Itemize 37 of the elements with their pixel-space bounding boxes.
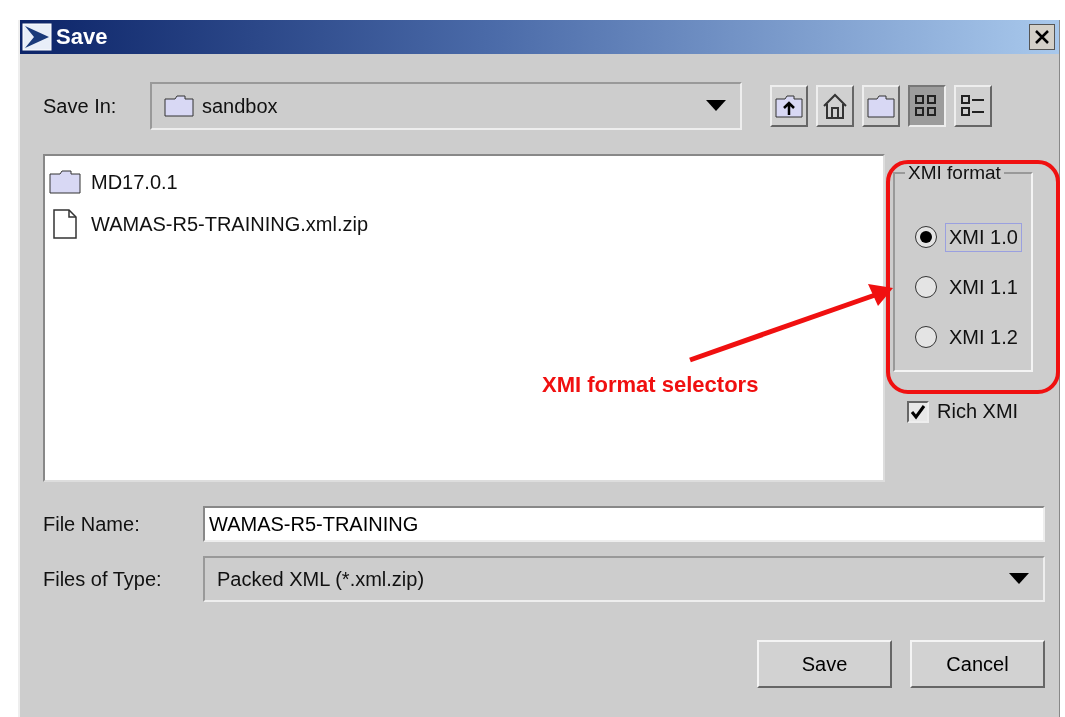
folder-icon — [867, 94, 895, 118]
new-folder-button[interactable] — [862, 85, 900, 127]
save-in-label: Save In: — [43, 94, 118, 118]
window-title: Save — [56, 24, 109, 50]
up-folder-button[interactable] — [770, 85, 808, 127]
folder-icon — [49, 170, 81, 194]
home-icon — [821, 92, 849, 120]
folder-icon — [164, 95, 194, 117]
close-icon — [1033, 28, 1051, 46]
radio-button[interactable] — [915, 226, 937, 248]
file-name-field[interactable]: WAMAS-R5-TRAINING — [203, 506, 1045, 542]
list-view-button[interactable] — [908, 85, 946, 127]
checkbox[interactable] — [907, 400, 929, 423]
close-button[interactable] — [1029, 24, 1055, 50]
annotation-text: XMI format selectors — [542, 372, 759, 398]
caret-icon — [706, 100, 726, 112]
radio-button[interactable] — [915, 276, 937, 298]
file-item[interactable]: WAMAS-R5-TRAINING.xml.zip — [49, 212, 879, 236]
list-icon — [960, 93, 986, 119]
radio-label[interactable]: XMI 1.0 — [945, 222, 1022, 252]
file-name-label: File Name: — [43, 512, 141, 536]
details-view-button[interactable] — [954, 85, 992, 127]
file-type-dropdown[interactable]: Packed XML (*.xml.zip) — [203, 556, 1045, 602]
radio-button[interactable] — [915, 326, 937, 348]
save-button[interactable]: Save — [757, 640, 892, 688]
radio-label[interactable]: XMI 1.1 — [945, 272, 1022, 302]
checkbox-label[interactable]: Rich XMI — [937, 400, 1019, 423]
save-in-dropdown[interactable]: sandbox — [150, 82, 742, 130]
app-icon — [22, 23, 52, 51]
folder-item[interactable]: MD17.0.1 — [49, 170, 879, 194]
radio-label[interactable]: XMI 1.2 — [945, 322, 1022, 352]
folder-up-icon — [775, 93, 803, 119]
cancel-button[interactable]: Cancel — [910, 640, 1045, 688]
home-button[interactable] — [816, 85, 854, 127]
caret-icon — [1009, 573, 1029, 585]
checkmark-icon — [910, 403, 926, 420]
files-of-type-label: Files of Type: — [43, 567, 163, 591]
